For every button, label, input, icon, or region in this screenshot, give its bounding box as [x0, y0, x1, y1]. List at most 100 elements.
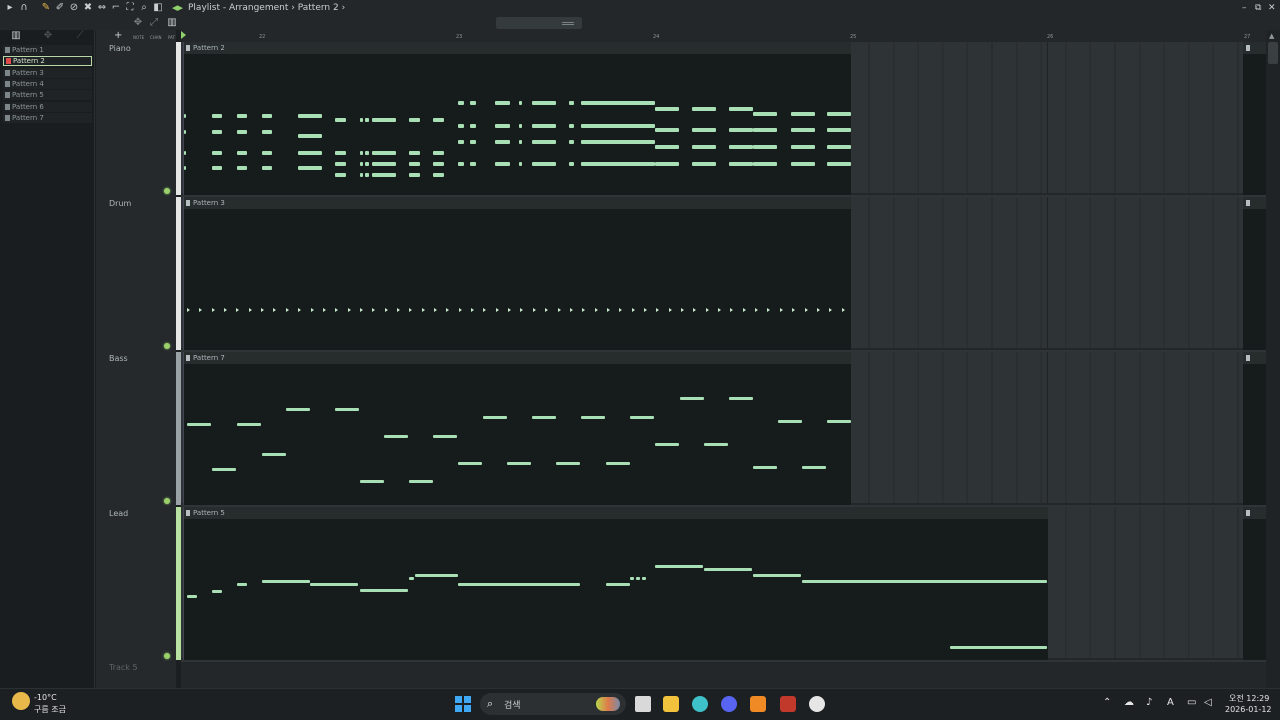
- display-icon[interactable]: ▭: [1187, 697, 1196, 708]
- magnet-icon[interactable]: ∩: [18, 2, 30, 14]
- move-icon[interactable]: ✥: [132, 17, 144, 29]
- track-lane[interactable]: Pattern 7: [181, 352, 1266, 505]
- next-clip-header[interactable]: [1243, 352, 1266, 364]
- volume-icon[interactable]: ◁: [1204, 697, 1212, 708]
- pattern-clip[interactable]: Pattern 3: [183, 197, 851, 350]
- pattern-clip[interactable]: Pattern 2: [183, 42, 851, 195]
- clip-title[interactable]: Pattern 3: [184, 197, 851, 209]
- fl-studio-icon[interactable]: [750, 696, 766, 712]
- file-explorer-icon[interactable]: [663, 696, 679, 712]
- ime-indicator[interactable]: A: [1167, 697, 1174, 708]
- pattern-item[interactable]: Pattern 1: [3, 45, 92, 55]
- note: [335, 151, 346, 155]
- pattern-item[interactable]: Pattern 3: [3, 67, 92, 78]
- pattern-item[interactable]: Pattern 7: [3, 112, 92, 123]
- microphone-icon[interactable]: ♪: [1146, 697, 1152, 708]
- slip-icon[interactable]: ⇔: [96, 2, 108, 14]
- chan-label[interactable]: CHAN: [150, 35, 162, 40]
- track-5-lane[interactable]: [181, 662, 1266, 688]
- note-snap-label[interactable]: NOTE: [133, 35, 144, 40]
- track-resize-handle[interactable]: [176, 197, 181, 350]
- timeline-ruler[interactable]: [181, 30, 1266, 42]
- weather-cloud-icon[interactable]: [12, 692, 30, 710]
- playlist-lanes[interactable]: Pattern 2 Pattern 3 Pattern 7 Pattern 5: [181, 42, 1266, 688]
- pattern-item[interactable]: Pattern 2: [3, 56, 92, 67]
- track-name[interactable]: Drum: [109, 199, 131, 208]
- track-5-name[interactable]: Track 5: [109, 663, 138, 672]
- track-name[interactable]: Piano: [109, 44, 131, 53]
- track-resize-handle[interactable]: [176, 42, 181, 195]
- browser-icon[interactable]: [809, 696, 825, 712]
- pattern-item[interactable]: Pattern 5: [3, 90, 92, 101]
- track-name[interactable]: Lead: [109, 509, 128, 518]
- weather-temperature[interactable]: -10°C: [34, 693, 57, 702]
- zoom-icon[interactable]: ⌕: [138, 2, 150, 14]
- tray-chevron-icon[interactable]: ⌃: [1103, 697, 1111, 708]
- pattern-clip[interactable]: Pattern 7: [183, 352, 851, 505]
- piano-icon[interactable]: ▥: [10, 30, 22, 42]
- next-clip-header[interactable]: [1243, 507, 1266, 519]
- clock-time[interactable]: 오전 12:29: [1229, 693, 1269, 704]
- search-placeholder[interactable]: 검색: [504, 698, 521, 711]
- pattern-clip[interactable]: Pattern 5: [183, 507, 1048, 660]
- cloud-sync-icon[interactable]: ☁: [1124, 697, 1134, 708]
- pat-label[interactable]: PAT: [168, 35, 175, 40]
- next-clip-header[interactable]: [1243, 197, 1266, 209]
- track-mute-led[interactable]: [164, 343, 170, 349]
- select-icon[interactable]: ⛶: [124, 2, 136, 14]
- note: [753, 145, 777, 149]
- audio-icon[interactable]: ⟋: [74, 30, 86, 42]
- track-name[interactable]: Bass: [109, 354, 128, 363]
- next-pattern-clip[interactable]: [1243, 42, 1266, 195]
- pattern-item[interactable]: Pattern 6: [3, 101, 92, 112]
- pattern-item[interactable]: Pattern 4: [3, 78, 92, 89]
- track-resize-handle[interactable]: [176, 507, 181, 660]
- note: [655, 443, 679, 446]
- mute-icon[interactable]: ✖: [82, 2, 94, 14]
- weather-description[interactable]: 구름 조금: [34, 704, 66, 715]
- track-resize-handle[interactable]: [176, 352, 181, 505]
- task-view-icon[interactable]: [635, 696, 651, 712]
- menu-arrow-icon[interactable]: ▸: [4, 2, 16, 14]
- next-pattern-clip[interactable]: [1243, 507, 1266, 660]
- track-mute-led[interactable]: [164, 653, 170, 659]
- track-lane[interactable]: Pattern 2: [181, 42, 1266, 195]
- clip-title[interactable]: Pattern 7: [184, 352, 851, 364]
- track-mute-led[interactable]: [164, 188, 170, 194]
- breadcrumb-pattern[interactable]: Pattern 2: [298, 3, 339, 13]
- delete-icon[interactable]: ⊘: [68, 2, 80, 14]
- next-pattern-clip[interactable]: [1243, 352, 1266, 505]
- clip-title[interactable]: Pattern 2: [184, 42, 851, 54]
- playback-icon[interactable]: ◧: [152, 2, 164, 14]
- restore-icon[interactable]: ⧉: [1255, 1, 1261, 15]
- note: [372, 162, 396, 166]
- add-track-button[interactable]: +: [114, 30, 122, 41]
- note: [458, 462, 482, 465]
- next-pattern-clip[interactable]: [1243, 197, 1266, 350]
- channel-icon[interactable]: ✥: [42, 30, 54, 42]
- minimize-icon[interactable]: –: [1242, 1, 1247, 15]
- clock-date[interactable]: 2026-01-12: [1225, 705, 1272, 714]
- brush-icon[interactable]: ✐: [54, 2, 66, 14]
- close-icon[interactable]: ✕: [1268, 1, 1276, 15]
- slice-icon[interactable]: ⌐: [110, 2, 122, 14]
- playhead-marker-icon[interactable]: [181, 31, 186, 39]
- vertical-scroll-thumb[interactable]: [1268, 42, 1278, 64]
- vertical-scrollbar[interactable]: [1266, 30, 1280, 688]
- discord-icon[interactable]: [721, 696, 737, 712]
- bird-app-icon[interactable]: [692, 696, 708, 712]
- next-clip-header[interactable]: [1243, 42, 1266, 54]
- pencil-icon[interactable]: ✎: [40, 2, 52, 14]
- piano-roll-icon[interactable]: ▥: [166, 17, 178, 29]
- track-lane[interactable]: Pattern 3: [181, 197, 1266, 350]
- playlist-arrows-icon[interactable]: ◂▸: [172, 1, 183, 15]
- scroll-up-icon[interactable]: ▲: [1269, 32, 1274, 40]
- recording-app-icon[interactable]: [780, 696, 796, 712]
- stretch-icon[interactable]: ⤢: [148, 17, 160, 29]
- start-button[interactable]: [455, 696, 471, 712]
- track-lane[interactable]: Pattern 5: [181, 507, 1266, 660]
- clip-title[interactable]: Pattern 5: [184, 507, 1048, 519]
- track-mute-led[interactable]: [164, 498, 170, 504]
- scroll-grip-icon[interactable]: [562, 22, 574, 25]
- breadcrumb-trailing[interactable]: ›: [342, 3, 346, 13]
